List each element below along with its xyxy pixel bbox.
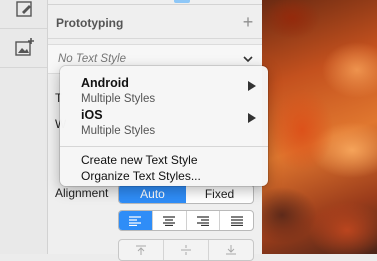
middle-icon[interactable]	[163, 240, 208, 260]
toolbar-divider	[0, 28, 47, 29]
toolbar-strip	[0, 0, 48, 254]
menu-item-title: iOS	[81, 108, 103, 122]
section-divider	[48, 4, 262, 5]
left-align-icon[interactable]	[119, 211, 152, 230]
color-swatch[interactable]	[174, 0, 190, 3]
menu-item-ios[interactable]: iOS Multiple Styles	[60, 108, 268, 138]
center-align-icon[interactable]	[151, 211, 186, 230]
chevron-down-icon	[242, 53, 254, 65]
menu-item-android[interactable]: Android Multiple Styles	[60, 76, 268, 106]
bottom-icon[interactable]	[208, 240, 253, 260]
add-image-icon[interactable]	[14, 37, 36, 59]
toolbar-divider	[0, 67, 47, 68]
organize-text-styles-item[interactable]: Organize Text Styles...	[81, 169, 201, 183]
text-style-value: No Text Style	[58, 53, 126, 65]
sizing-segmented-control: Auto Fixed	[118, 184, 254, 204]
submenu-arrow-icon	[248, 112, 256, 123]
menu-item-subtitle: Multiple Styles	[81, 93, 156, 105]
create-text-style-item[interactable]: Create new Text Style	[81, 153, 198, 167]
text-style-menu: Android Multiple Styles iOS Multiple Sty…	[60, 66, 268, 186]
sizing-auto-button[interactable]: Auto	[119, 185, 186, 203]
justify-icon[interactable]	[219, 211, 253, 230]
submenu-arrow-icon	[248, 80, 256, 91]
canvas-wallpaper	[262, 0, 377, 254]
top-icon[interactable]	[119, 240, 163, 260]
alignment-label: Alignment	[55, 186, 109, 200]
edit-icon[interactable]	[14, 0, 36, 22]
vertical-alignment-control	[118, 239, 254, 261]
right-align-icon[interactable]	[185, 211, 220, 230]
menu-divider	[60, 146, 268, 147]
menu-item-title: Android	[81, 76, 129, 90]
sizing-fixed-button[interactable]: Fixed	[186, 185, 253, 203]
add-icon[interactable]: +	[240, 13, 256, 31]
text-alignment-control	[118, 210, 254, 231]
menu-item-subtitle: Multiple Styles	[81, 125, 156, 137]
section-title: Prototyping	[56, 16, 124, 30]
prototyping-section-header: Prototyping +	[48, 8, 262, 39]
